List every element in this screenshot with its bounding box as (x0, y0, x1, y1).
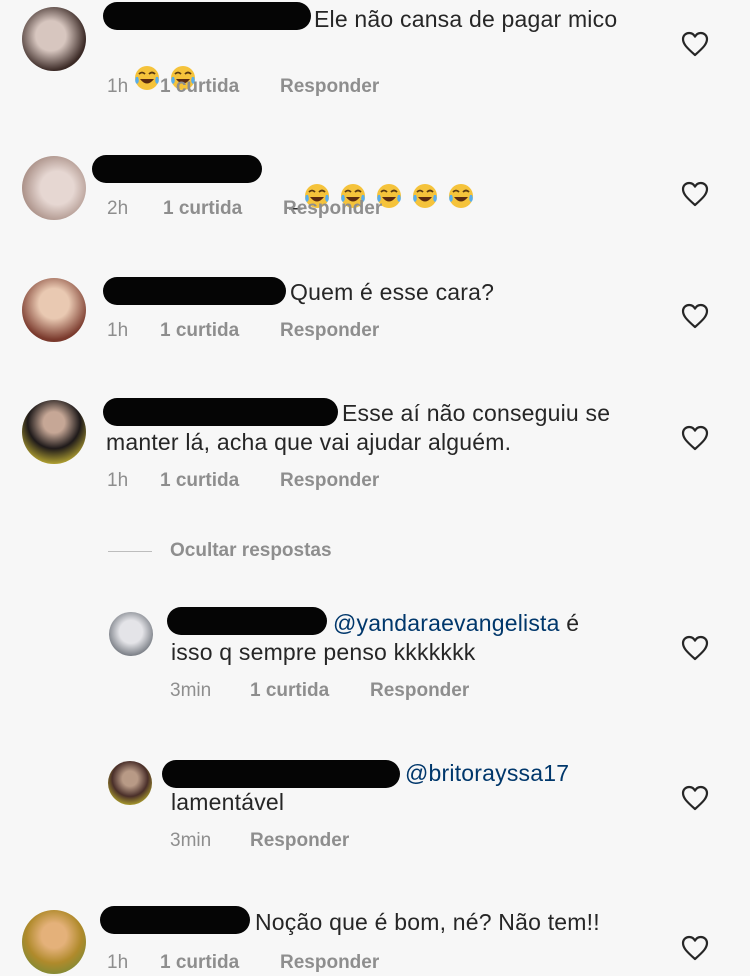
comment-emojis: _ (263, 152, 484, 242)
heart-outline-icon[interactable] (681, 425, 709, 451)
redacted-username (103, 398, 338, 426)
face-with-tears-of-joy-icon (412, 183, 438, 209)
face-with-tears-of-joy-icon (448, 183, 474, 209)
mention-link[interactable]: @britorayssa17 (405, 760, 569, 786)
comment-text: Esse aí não conseguiu se (342, 400, 611, 426)
heart-outline-icon[interactable] (681, 181, 709, 207)
likes-count[interactable]: 1 curtida (160, 470, 239, 492)
comment-text: manter lá, acha que vai ajudar alguém. (106, 429, 512, 455)
comment-text: @yandaraevangelista é (333, 610, 580, 636)
redacted-username (100, 906, 250, 934)
mention-link[interactable]: @yandaraevangelista (333, 610, 560, 636)
reply-button[interactable]: Responder (280, 952, 379, 974)
heart-outline-icon[interactable] (681, 785, 709, 811)
reply-button[interactable]: Responder (250, 830, 349, 852)
reply-button[interactable]: Responder (280, 76, 379, 98)
comment-time: 1h (107, 320, 129, 341)
comment-time: 1h (107, 76, 129, 97)
likes-count[interactable]: 1 curtida (160, 320, 239, 342)
redacted-username (103, 2, 311, 30)
likes-count[interactable]: 1 curtida (160, 952, 239, 974)
heart-outline-icon[interactable] (681, 303, 709, 329)
reply-button[interactable]: Responder (280, 470, 379, 492)
reply-button[interactable]: Responder (283, 198, 382, 220)
redacted-username (167, 607, 327, 635)
comment-time: 3min (170, 680, 212, 701)
likes-count[interactable]: 1 curtida (160, 76, 239, 98)
heart-outline-icon[interactable] (681, 935, 709, 961)
redacted-username (162, 760, 400, 788)
redacted-username (103, 277, 286, 305)
heart-outline-icon[interactable] (681, 31, 709, 57)
avatar[interactable] (22, 278, 86, 342)
likes-count[interactable]: 1 curtida (250, 680, 329, 702)
avatar[interactable] (22, 910, 86, 974)
comment-time: 2h (107, 198, 129, 219)
comment-text: Quem é esse cara? (290, 279, 495, 305)
avatar[interactable] (22, 156, 86, 220)
comment-text: isso q sempre penso kkkkkkk (171, 639, 476, 665)
avatar[interactable] (109, 612, 153, 656)
avatar[interactable] (22, 400, 86, 464)
comment-text: @britorayssa17 (405, 758, 569, 788)
hide-replies-button[interactable]: Ocultar respostas (170, 540, 332, 562)
reply-button[interactable]: Responder (370, 680, 469, 702)
reply-button[interactable]: Responder (280, 320, 379, 342)
heart-outline-icon[interactable] (681, 635, 709, 661)
face-with-tears-of-joy-icon (134, 65, 160, 91)
comment-time: 1h (107, 470, 129, 491)
comment-text: lamentável (171, 789, 285, 815)
redacted-username (92, 155, 262, 183)
comment-text: Ele não cansa de pagar mico (314, 6, 618, 32)
comment-text: Noção que é bom, né? Não tem!! (255, 909, 600, 935)
hide-replies-divider (108, 551, 152, 552)
avatar[interactable] (108, 761, 152, 805)
comment-time: 3min (170, 830, 212, 851)
comment-time: 1h (107, 952, 129, 973)
likes-count[interactable]: 1 curtida (163, 198, 242, 220)
avatar[interactable] (22, 7, 86, 71)
